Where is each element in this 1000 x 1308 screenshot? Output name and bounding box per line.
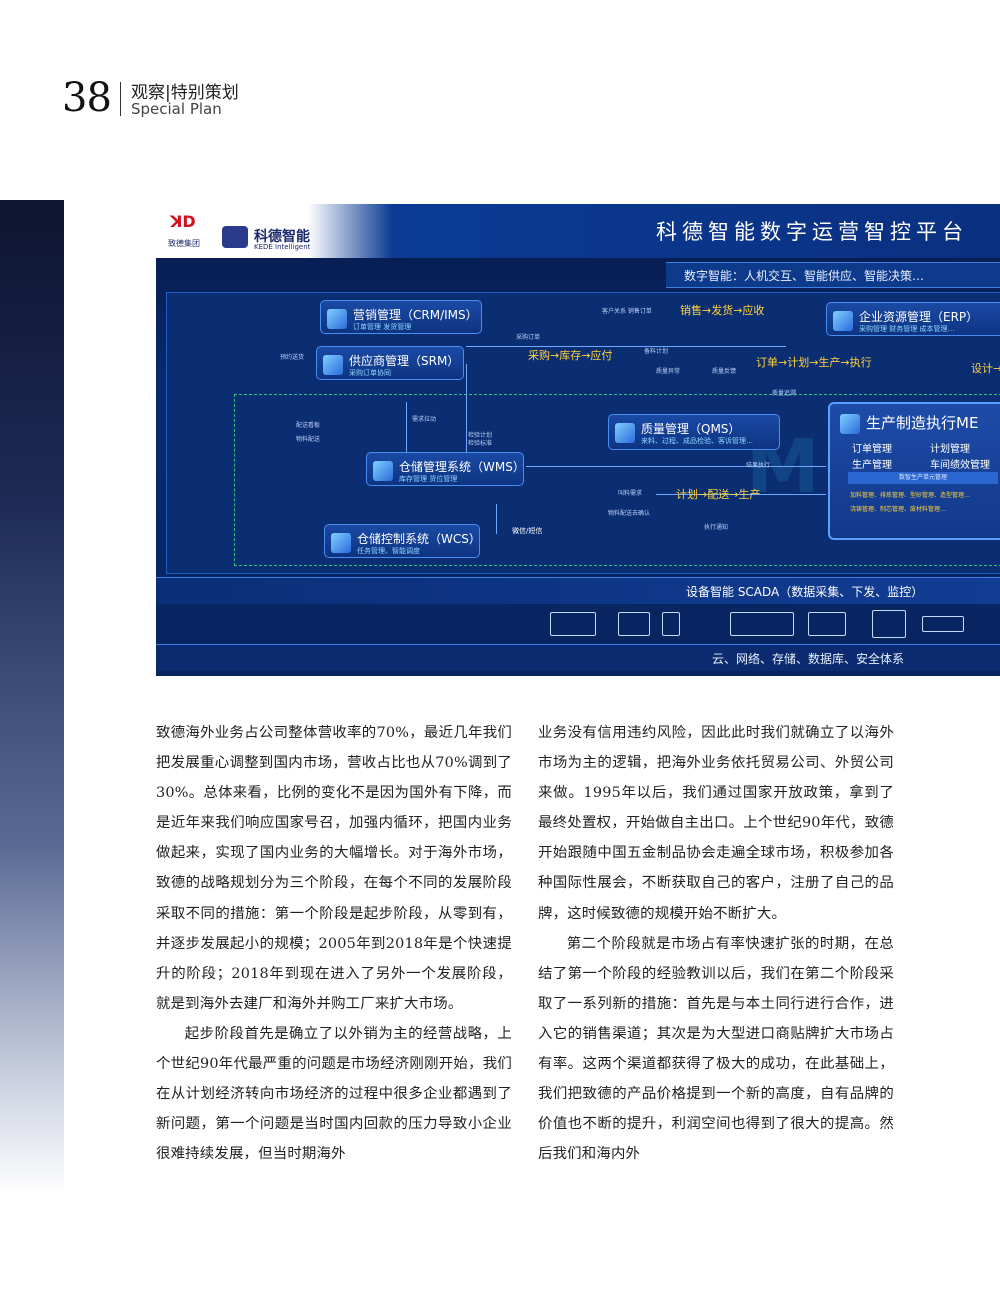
mes-sub: 数智生产单元管理 [848, 472, 998, 484]
label-customer: 客户关系 销售订单 [602, 308, 652, 315]
label-feed-demand: 叫料需求 [618, 490, 643, 497]
device-icon [922, 616, 964, 632]
qms-icon [615, 423, 635, 443]
platform-figure: ꓘD 致德集团 科德智能 KEDE Intelligent 科德智能数字运营智控… [156, 204, 1000, 676]
device-row [156, 604, 1000, 644]
section-subtitle: Special Plan [131, 100, 222, 118]
paragraph: 第二个阶段就是市场占有率快速扩张的时期，在总结了第一个阶段的经验教训以后，我们在… [538, 935, 894, 1163]
scada-bar: 设备智能 SCADA（数据采集、下发、监控） [156, 577, 1000, 604]
crm-module: 营销管理（CRM/IMS） 订单管理 发货管理 [320, 300, 482, 334]
srm-title: 供应商管理（SRM） [349, 354, 460, 368]
crm-sub: 订单管理 发货管理 [353, 323, 412, 331]
erp-sub: 采购管理 财务管理 成本管理… [859, 325, 955, 333]
mes-row: 加料管理、排炼管理、型砂管理、造型管理… [850, 492, 971, 499]
srm-sub: 采购订单协同 [349, 369, 391, 377]
wcs-icon [331, 533, 351, 553]
header-divider [120, 82, 121, 116]
label-vendor-board: 配送看板 [296, 422, 321, 429]
device-icon [808, 612, 846, 636]
label-wechat: 微信/短信 [512, 527, 543, 535]
erp-icon [833, 311, 853, 331]
side-color-band [0, 200, 64, 1195]
connector-line [496, 504, 497, 534]
mes-item: 生产管理 [852, 460, 892, 471]
device-icon [872, 610, 906, 638]
label-inspect-std: 检验标准 [468, 440, 493, 447]
flow-purchase: 采购→库存→应付 [528, 349, 613, 362]
device-icon [662, 612, 680, 636]
flow-design: 设计→ [971, 362, 1000, 375]
cloud-text: 云、网络、存储、数据库、安全体系 [712, 652, 905, 666]
paragraph: 起步阶段首先是确立了以外销为主的经营战略，上个世纪90年代最严重的问题是市场经济… [156, 1025, 512, 1163]
wcs-title: 仓储控制系统（WCS） [357, 532, 481, 546]
label-dispatch: 物料配送去确认 [608, 510, 651, 517]
label-quality-trace: 质量追溯 [772, 390, 797, 397]
crm-icon [327, 309, 347, 329]
mes-row: 浇铸管理、制芯管理、废材料管理… [850, 506, 947, 513]
crm-title: 营销管理（CRM/IMS） [353, 308, 478, 322]
group-logo: ꓘD [170, 212, 196, 231]
scada-text: 设备智能 SCADA（数据采集、下发、监控） [686, 585, 924, 599]
label-result: 结果执行 [746, 462, 771, 469]
label-prepay: 预约送货 [280, 354, 305, 361]
label-demand: 需求拉动 [412, 416, 437, 423]
label-material: 物料配送 [296, 436, 321, 443]
qms-sub: 来料、过程、成品检验、客诉管理… [641, 437, 753, 445]
wms-sub: 库存管理 货位管理 [399, 475, 458, 483]
right-column: 业务没有信用违约风险，因此此时我们就确立了以海外市场为主的逻辑，把海外业务依托贸… [538, 718, 894, 1169]
paragraph: 致德海外业务占公司整体营收率的70%，最近几年我们把发展重心调整到国内市场，营收… [156, 725, 512, 1012]
wms-module: 仓储管理系统（WMS） 库存管理 货位管理 [366, 452, 525, 486]
group-logo-text: 致德集团 [168, 239, 200, 248]
erp-title: 企业资源管理（ERP） [859, 310, 979, 324]
mes-icon [840, 414, 860, 434]
connector-line [526, 466, 826, 467]
label-po: 采购订单 [516, 334, 541, 341]
qms-title: 质量管理（QMS） [641, 422, 741, 436]
mes-title: 生产制造执行ME [866, 414, 979, 432]
device-icon [618, 612, 650, 636]
label-quality-issue: 质量异常 [656, 368, 681, 375]
erp-module: 企业资源管理（ERP） 采购管理 财务管理 成本管理… [826, 302, 1000, 336]
figure-banner: 数字智能：人机交互、智能供应、智能决策… [666, 262, 1000, 288]
mes-module: 生产制造执行ME 订单管理 计划管理 生产管理 车间绩效管理 数智生产单元管理 … [828, 402, 1000, 540]
wcs-module: 仓储控制系统（WCS） 任务管理、智能调度 [324, 524, 481, 558]
flow-order: 订单→计划→生产→执行 [756, 356, 872, 369]
flow-plan: 计划→配送→生产 [676, 488, 761, 501]
brand-logo-en: KEDE Intelligent [254, 243, 311, 251]
brand-logo-icon [222, 226, 248, 248]
mes-item: 计划管理 [930, 444, 970, 455]
cloud-bar: 云、网络、存储、数据库、安全体系 [156, 644, 1000, 671]
qms-module: 质量管理（QMS） 来料、过程、成品检验、客诉管理… [608, 414, 780, 450]
banner-text: 数字智能：人机交互、智能供应、智能决策… [684, 269, 925, 283]
srm-icon [323, 355, 343, 375]
mes-item: 车间绩效管理 [930, 460, 990, 471]
wcs-sub: 任务管理、智能调度 [357, 547, 420, 555]
paragraph: 业务没有信用违约风险，因此此时我们就确立了以海外市场为主的逻辑，把海外业务依托贸… [538, 725, 894, 922]
device-icon [730, 612, 794, 636]
connector-line [466, 346, 786, 347]
wms-title: 仓储管理系统（WMS） [399, 460, 525, 474]
left-column: 致德海外业务占公司整体营收率的70%，最近几年我们把发展重心调整到国内市场，营收… [156, 718, 512, 1169]
label-exec-notice: 执行通知 [704, 524, 729, 531]
device-icon [550, 612, 596, 636]
flow-sales: 销售→发货→应收 [680, 304, 765, 317]
figure-title: 科德智能数字运营智控平台 [656, 220, 968, 244]
mes-item: 订单管理 [852, 444, 892, 455]
wms-icon [373, 461, 393, 481]
label-quality-feedback: 质量反馈 [712, 368, 737, 375]
label-material-plan: 备料计划 [644, 348, 669, 355]
connector-line [466, 364, 467, 464]
page-number: 38 [62, 75, 112, 121]
srm-module: 供应商管理（SRM） 采购订单协同 [316, 346, 464, 380]
